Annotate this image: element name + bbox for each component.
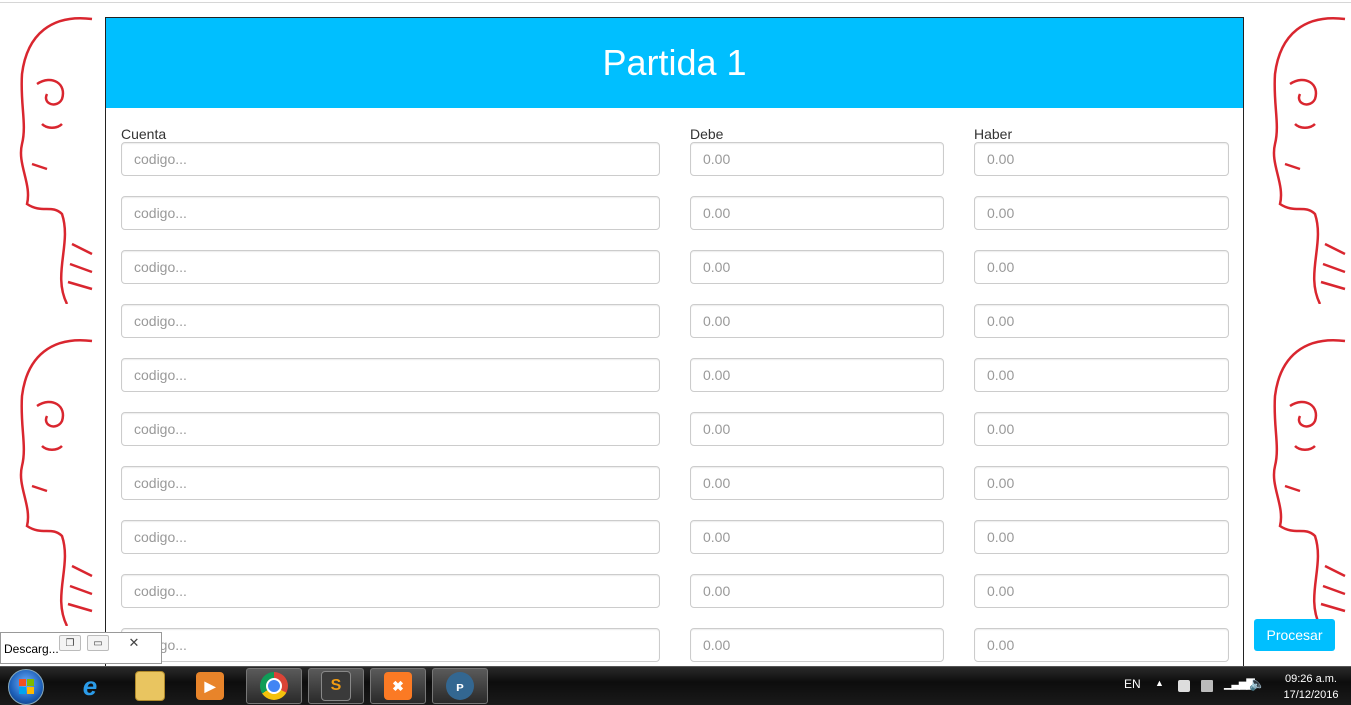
debe-input[interactable] xyxy=(690,304,944,338)
debe-input[interactable] xyxy=(690,574,944,608)
windows-logo-icon xyxy=(19,679,35,695)
debe-input[interactable] xyxy=(690,412,944,446)
entry-row xyxy=(106,520,1243,574)
head-illustration xyxy=(0,336,102,626)
folder-icon xyxy=(135,671,165,701)
debe-input[interactable] xyxy=(690,196,944,230)
chrome-icon xyxy=(260,672,288,700)
download-label[interactable]: Descarg... xyxy=(4,642,59,656)
taskbar-file-explorer[interactable] xyxy=(122,668,178,704)
window-top-line xyxy=(0,2,1351,3)
entry-row xyxy=(106,574,1243,628)
xampp-icon: ✖ xyxy=(384,672,412,700)
head-illustration xyxy=(1245,14,1351,304)
label-cuenta: Cuenta xyxy=(121,126,167,142)
debe-input[interactable] xyxy=(690,520,944,554)
cuenta-input[interactable] xyxy=(121,412,660,446)
procesar-button[interactable]: Procesar xyxy=(1254,619,1335,651)
cuenta-input[interactable] xyxy=(121,574,660,608)
media-player-icon: ▶ xyxy=(196,672,224,700)
entry-row xyxy=(106,250,1243,304)
action-center-icon[interactable] xyxy=(1178,680,1190,692)
label-haber: Haber xyxy=(974,126,1013,142)
download-bar[interactable]: Descarg... ❐ ▭ ✕ xyxy=(0,632,162,664)
taskbar-media-player[interactable]: ▶ xyxy=(182,668,238,704)
entry-rows xyxy=(106,142,1243,682)
taskbar-chrome[interactable] xyxy=(246,668,302,704)
debe-input[interactable] xyxy=(690,142,944,176)
haber-input[interactable] xyxy=(974,628,1229,662)
haber-input[interactable] xyxy=(974,142,1229,176)
volume-icon[interactable]: 🔈 xyxy=(1249,676,1265,692)
cuenta-input[interactable] xyxy=(121,628,660,662)
restore-icon[interactable]: ❐ xyxy=(59,635,81,651)
partida-panel: Partida 1 Cuenta Debe Haber xyxy=(105,17,1244,677)
minimize-icon[interactable]: ▭ xyxy=(87,635,109,651)
haber-input[interactable] xyxy=(974,304,1229,338)
column-labels: Cuenta Debe Haber xyxy=(106,108,1243,142)
taskbar-postgresql[interactable]: ᴘ xyxy=(432,668,488,704)
entry-row xyxy=(106,466,1243,520)
entry-row xyxy=(106,142,1243,196)
taskbar: e ▶ S ✖ ᴘ EN ▲ ▁▃▅▇ 🔈 09:26 a.m. 17/12/2… xyxy=(0,666,1351,705)
haber-input[interactable] xyxy=(974,574,1229,608)
taskbar-internet-explorer[interactable]: e xyxy=(62,668,118,704)
cuenta-input[interactable] xyxy=(121,142,660,176)
entry-row xyxy=(106,196,1243,250)
haber-input[interactable] xyxy=(974,466,1229,500)
haber-input[interactable] xyxy=(974,358,1229,392)
entry-row xyxy=(106,358,1243,412)
clock-time: 09:26 a.m. xyxy=(1285,673,1337,685)
haber-input[interactable] xyxy=(974,412,1229,446)
haber-input[interactable] xyxy=(974,250,1229,284)
postgresql-elephant-icon: ᴘ xyxy=(446,672,474,700)
debe-input[interactable] xyxy=(690,358,944,392)
cuenta-input[interactable] xyxy=(121,250,660,284)
head-illustration xyxy=(1245,336,1351,626)
debe-input[interactable] xyxy=(690,466,944,500)
tray-expand-icon[interactable]: ▲ xyxy=(1155,678,1164,688)
taskbar-sublime-text[interactable]: S xyxy=(308,668,364,704)
label-debe: Debe xyxy=(690,126,724,142)
safely-remove-icon[interactable] xyxy=(1201,680,1213,692)
head-illustration xyxy=(0,14,102,304)
panel-header: Partida 1 xyxy=(106,18,1243,108)
cuenta-input[interactable] xyxy=(121,466,660,500)
background-art-right xyxy=(1245,14,1351,666)
entry-row xyxy=(106,304,1243,358)
page-title: Partida 1 xyxy=(602,42,747,83)
language-indicator[interactable]: EN xyxy=(1124,677,1141,691)
start-button[interactable] xyxy=(8,669,44,705)
entry-row xyxy=(106,412,1243,466)
haber-input[interactable] xyxy=(974,196,1229,230)
cuenta-input[interactable] xyxy=(121,520,660,554)
debe-input[interactable] xyxy=(690,628,944,662)
background-art-left xyxy=(0,14,105,666)
cuenta-input[interactable] xyxy=(121,304,660,338)
cuenta-input[interactable] xyxy=(121,358,660,392)
clock-date: 17/12/2016 xyxy=(1283,689,1339,701)
internet-explorer-icon: e xyxy=(82,670,98,701)
haber-input[interactable] xyxy=(974,520,1229,554)
sublime-text-icon: S xyxy=(321,671,351,701)
debe-input[interactable] xyxy=(690,250,944,284)
taskbar-xampp[interactable]: ✖ xyxy=(370,668,426,704)
clock[interactable]: 09:26 a.m. 17/12/2016 xyxy=(1276,671,1346,703)
cuenta-input[interactable] xyxy=(121,196,660,230)
close-icon[interactable]: ✕ xyxy=(123,635,145,651)
